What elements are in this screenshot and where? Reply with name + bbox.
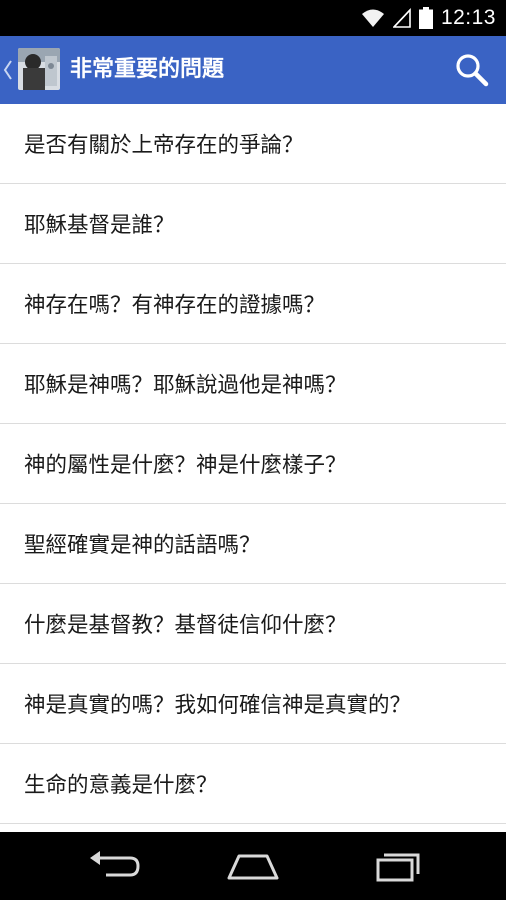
back-icon[interactable]	[2, 58, 14, 82]
list-item-label: 耶穌是神嗎？耶穌說過他是神嗎？	[24, 373, 347, 398]
list-item[interactable]: 是否有關於上帝存在的爭論？	[0, 104, 506, 184]
nav-bar	[0, 832, 506, 900]
list-item-label: 是否有關於上帝存在的爭論？	[24, 133, 304, 158]
list-item-label: 聖經確實是神的話語嗎？	[24, 533, 261, 558]
list-item-label: 耶穌基督是誰？	[24, 213, 175, 238]
app-bar: 非常重要的問題	[0, 36, 506, 104]
list-item[interactable]: 什麼是基督教？基督徒信仰什麼？	[0, 584, 506, 664]
list-item-label: 神的屬性是什麼？神是什麼樣子？	[24, 453, 347, 478]
status-bar: 12:13	[0, 0, 506, 36]
list-item[interactable]: 神存在嗎？有神存在的證據嗎？	[0, 264, 506, 344]
list-item-label: 什麼是基督教？基督徒信仰什麼？	[24, 613, 347, 638]
list-item[interactable]: 耶穌是神嗎？耶穌說過他是神嗎？	[0, 344, 506, 424]
status-icons: 12:13	[361, 0, 496, 36]
home-nav-icon[interactable]	[223, 848, 283, 884]
recent-apps-icon[interactable]	[366, 848, 426, 884]
status-time: 12:13	[440, 6, 496, 29]
list-item-label: 生命的意義是什麼？	[24, 773, 218, 798]
battery-icon	[418, 7, 433, 29]
list-item[interactable]: 神的屬性是什麼？神是什麼樣子？	[0, 424, 506, 504]
list-item-label: 神存在嗎？有神存在的證據嗎？	[24, 293, 326, 318]
avatar[interactable]	[18, 48, 60, 90]
list-item[interactable]: 神是真實的嗎？我如何確信神是真實的？	[0, 664, 506, 744]
search-icon[interactable]	[452, 50, 492, 90]
back-nav-icon[interactable]	[84, 848, 144, 884]
list-item[interactable]: 聖經確實是神的話語嗎？	[0, 504, 506, 584]
question-list: 是否有關於上帝存在的爭論？ 耶穌基督是誰？ 神存在嗎？有神存在的證據嗎？ 耶穌是…	[0, 104, 506, 832]
list-item-label: 神是真實的嗎？我如何確信神是真實的？	[24, 693, 412, 718]
signal-icon	[392, 8, 411, 28]
app-title: 非常重要的問題	[70, 57, 225, 82]
list-item[interactable]: 耶穌基督是誰？	[0, 184, 506, 264]
wifi-icon	[361, 9, 384, 27]
list-item[interactable]: 生命的意義是什麼？	[0, 744, 506, 824]
